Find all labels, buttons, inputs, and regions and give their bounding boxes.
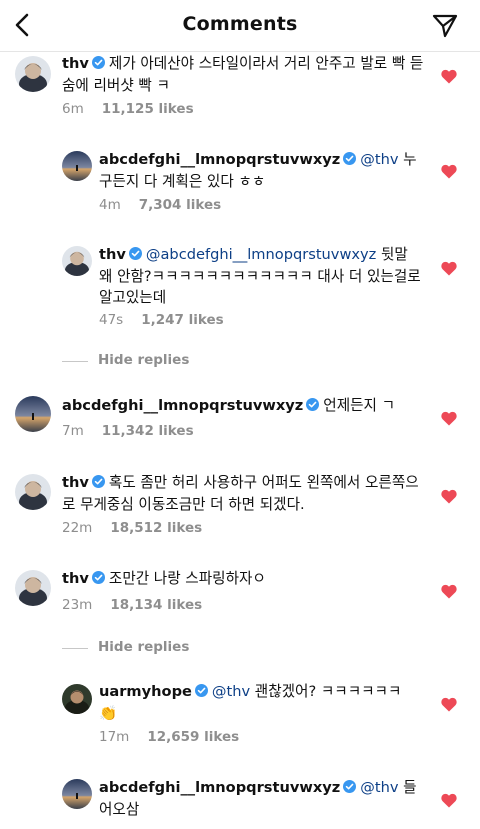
verified-badge-icon (306, 398, 320, 411)
verified-badge-icon (128, 247, 142, 260)
comment-item: thv 혹도 좀만 허리 사용하구 어퍼도 왼쪽에서 오른쪽으로 무게중심 이동조… (0, 473, 480, 543)
comment-item: abcdefghi__lmnopqrstuvwxyz 언제든지 ㄱ 7m 11,34… (0, 395, 480, 445)
comment-time: 17m (99, 729, 130, 745)
heart-icon[interactable] (441, 793, 457, 808)
header-bar: Comments (0, 0, 480, 52)
comment-meta: 17m 12,659 likes (99, 729, 239, 745)
comment-text: 조만간 나랑 스파링하자ㅇ (108, 570, 266, 587)
comment-time: 7m (62, 423, 84, 439)
avatar[interactable] (15, 570, 51, 606)
heart-icon[interactable] (441, 411, 457, 426)
avatar[interactable] (15, 56, 51, 92)
comment-mention[interactable]: @abcdefghi__lmnopqrstuvwxyz (146, 246, 376, 263)
hide-replies-divider (62, 648, 88, 649)
comment-mention[interactable]: @thv (360, 779, 398, 796)
comment-username[interactable]: abcdefghi__lmnopqrstuvwxyz (99, 151, 340, 168)
comment-body: thv 조만간 나랑 스파링하자ㅇ (62, 568, 424, 590)
avatar[interactable] (62, 151, 92, 181)
comment-item: thv 조만간 나랑 스파링하자ㅇ 23m 18,134 likes (0, 568, 480, 618)
comment-username[interactable]: thv (62, 474, 89, 491)
comment-meta: 7m 11,342 likes (62, 423, 194, 439)
comment-body: thv @abcdefghi__lmnopqrstuvwxyz 뒷말 왜 안함?ㅋ… (99, 244, 421, 309)
reply-item: abcdefghi__lmnopqrstuvwxyz @thv 들어오삼 (0, 778, 480, 829)
comment-username[interactable]: abcdefghi__lmnopqrstuvwxyz (62, 397, 303, 414)
comment-time: 22m (62, 520, 93, 536)
comment-time: 23m (62, 597, 93, 613)
avatar[interactable] (15, 396, 51, 432)
hide-replies-label: Hide replies (98, 639, 190, 655)
comment-body: abcdefghi__lmnopqrstuvwxyz @thv 누구든지 다 계획… (99, 149, 421, 192)
verified-badge-icon (91, 571, 105, 584)
comment-likes[interactable]: 11,125 likes (102, 101, 194, 117)
hide-replies-label: Hide replies (98, 352, 190, 368)
comment-mention[interactable]: @thv (360, 151, 398, 168)
comment-text: 언제든지 ㄱ (323, 397, 396, 414)
avatar[interactable] (62, 779, 92, 809)
page-title: Comments (182, 13, 298, 35)
comment-username[interactable]: thv (99, 246, 126, 263)
hide-replies-divider (62, 361, 88, 362)
comment-username[interactable]: thv (62, 55, 89, 72)
reply-item: abcdefghi__lmnopqrstuvwxyz @thv 누구든지 다 계획… (0, 148, 480, 218)
heart-icon[interactable] (441, 69, 457, 84)
comment-body: abcdefghi__lmnopqrstuvwxyz 언제든지 ㄱ (62, 395, 424, 417)
avatar[interactable] (62, 684, 92, 714)
comment-meta: 22m 18,512 likes (62, 520, 202, 536)
comment-time: 6m (62, 101, 84, 117)
verified-badge-icon (91, 475, 105, 488)
comment-username[interactable]: abcdefghi__lmnopqrstuvwxyz (99, 779, 340, 796)
comment-item: thv 제가 아데산야 스타일이라서 거리 안주고 발로 빡 듣숨에 리버샷 빡 … (0, 55, 480, 125)
comment-body: abcdefghi__lmnopqrstuvwxyz @thv 들어오삼 (99, 777, 421, 820)
verified-badge-icon (343, 152, 357, 165)
heart-icon[interactable] (441, 489, 457, 504)
comment-meta: 6m 11,125 likes (62, 101, 194, 117)
comment-likes[interactable]: 11,342 likes (102, 423, 194, 439)
comment-time: 47s (99, 312, 124, 328)
verified-badge-icon (91, 56, 105, 69)
hide-replies-button[interactable]: Hide replies (62, 352, 362, 372)
comment-likes[interactable]: 12,659 likes (147, 729, 239, 745)
comment-likes[interactable]: 1,247 likes (141, 312, 223, 328)
comment-likes[interactable]: 18,512 likes (110, 520, 202, 536)
comment-meta: 47s 1,247 likes (99, 312, 224, 328)
heart-icon[interactable] (441, 697, 457, 712)
heart-icon[interactable] (441, 261, 457, 276)
avatar[interactable] (62, 246, 92, 276)
comment-text: 제가 아데산야 스타일이라서 거리 안주고 발로 빡 듣숨에 리버샷 빡 ㅋ (62, 55, 424, 94)
reply-item: uarmyhope @thv 괜찮겠어? ㅋㅋㅋㅋㅋㅋ 👏 17m 12,659 l… (0, 682, 480, 752)
direct-message-icon[interactable] (430, 11, 460, 41)
verified-badge-icon (343, 780, 357, 793)
heart-icon[interactable] (441, 584, 457, 599)
comment-likes[interactable]: 7,304 likes (139, 197, 221, 213)
comment-body: thv 제가 아데산야 스타일이라서 거리 안주고 발로 빡 듣숨에 리버샷 빡 … (62, 53, 424, 96)
comment-text: 혹도 좀만 허리 사용하구 어퍼도 왼쪽에서 오른쪽으로 무게중심 이동조금만 … (62, 474, 419, 513)
comment-username[interactable]: uarmyhope (99, 683, 192, 700)
comment-body: thv 혹도 좀만 허리 사용하구 어퍼도 왼쪽에서 오른쪽으로 무게중심 이동조… (62, 472, 424, 515)
reply-item: thv @abcdefghi__lmnopqrstuvwxyz 뒷말 왜 안함?ㅋ… (0, 243, 480, 333)
comment-meta: 23m 18,134 likes (62, 597, 202, 613)
heart-icon[interactable] (441, 164, 457, 179)
avatar[interactable] (15, 474, 51, 510)
verified-badge-icon (194, 684, 208, 697)
comment-body: uarmyhope @thv 괜찮겠어? ㅋㅋㅋㅋㅋㅋ 👏 (99, 681, 421, 724)
comment-likes[interactable]: 18,134 likes (110, 597, 202, 613)
comment-time: 4m (99, 197, 121, 213)
comment-meta: 4m 7,304 likes (99, 197, 221, 213)
hide-replies-button[interactable]: Hide replies (62, 639, 362, 659)
comment-mention[interactable]: @thv (212, 683, 250, 700)
comment-username[interactable]: thv (62, 570, 89, 587)
